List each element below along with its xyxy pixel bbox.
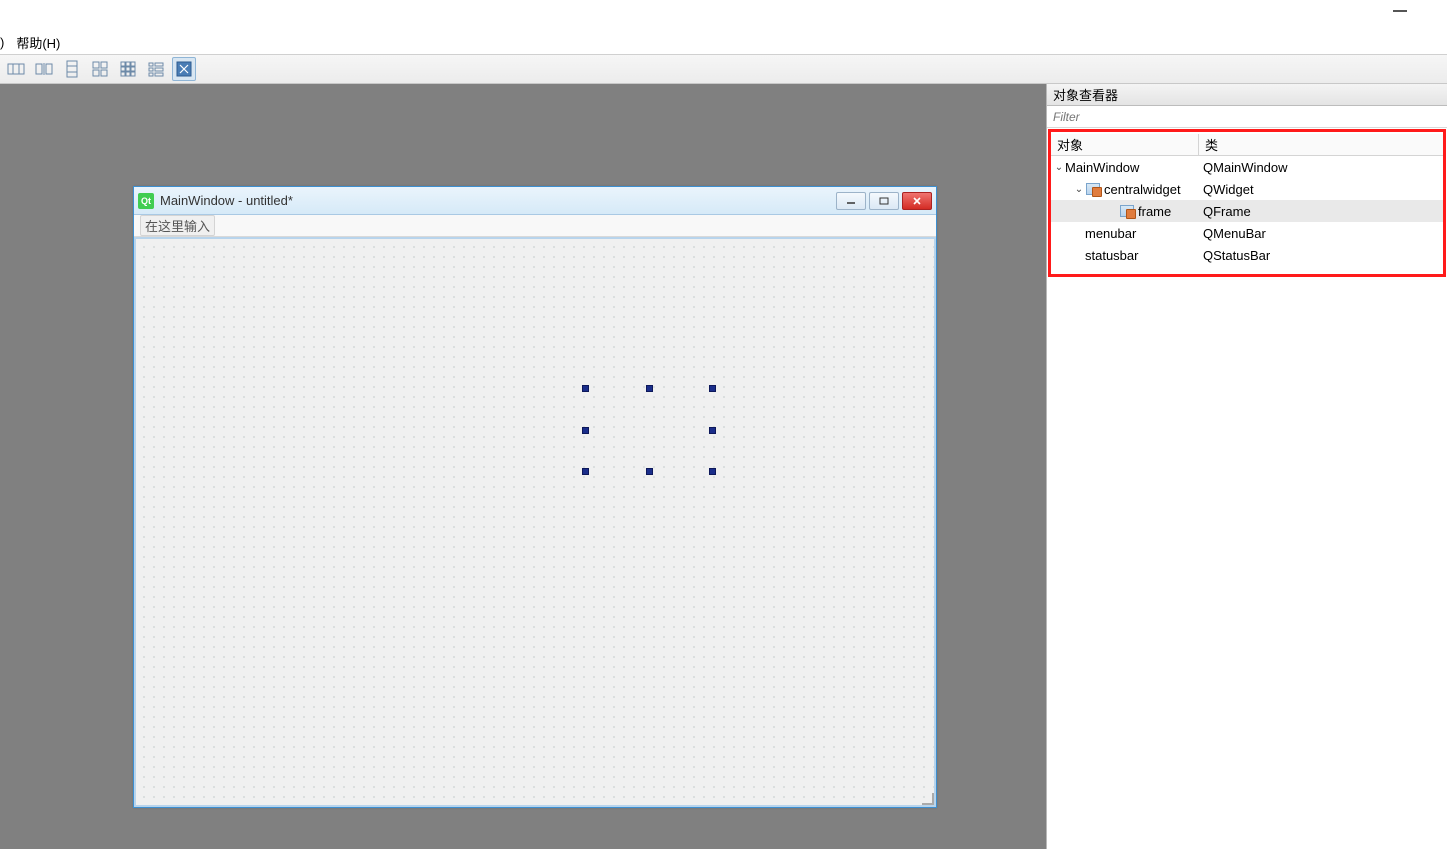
object-filter-input[interactable]: [1047, 106, 1447, 127]
menu-help[interactable]: 帮助(H): [16, 33, 60, 52]
layout-form-icon[interactable]: [144, 57, 168, 81]
close-button[interactable]: [902, 192, 932, 210]
window-resize-grip[interactable]: [920, 791, 934, 805]
form-canvas[interactable]: [134, 237, 936, 807]
object-class: QMainWindow: [1199, 160, 1443, 175]
preview-menubar[interactable]: 在这里输入: [134, 215, 936, 237]
layout-grid-icon[interactable]: [88, 57, 112, 81]
layout-vertical-icon[interactable]: [60, 57, 84, 81]
object-name: frame: [1138, 204, 1171, 219]
tree-row-centralwidget[interactable]: ⌄ centralwidget QWidget: [1051, 178, 1443, 200]
preview-title: MainWindow - untitled*: [160, 193, 830, 208]
window-buttons: [836, 192, 932, 210]
col-class[interactable]: 类: [1199, 134, 1443, 155]
break-layout-icon[interactable]: [172, 57, 196, 81]
resize-handle-mr[interactable]: [709, 427, 716, 434]
object-filter: [1047, 106, 1447, 128]
widget-icon: [1085, 182, 1101, 196]
col-object[interactable]: 对象: [1051, 134, 1199, 155]
minimize-button[interactable]: [836, 192, 866, 210]
object-name: menubar: [1085, 226, 1136, 241]
expander-icon[interactable]: ⌄: [1053, 162, 1065, 173]
toolbar: [0, 54, 1447, 84]
object-name: centralwidget: [1104, 182, 1181, 197]
expander-icon[interactable]: ⌄: [1073, 184, 1085, 195]
object-tree: ⌄MainWindowQMainWindow⌄centralwidgetQWid…: [1051, 156, 1443, 266]
menu-hint[interactable]: 在这里输入: [140, 215, 215, 236]
tree-row-frame[interactable]: frame QFrame: [1051, 200, 1443, 222]
tree-header: 对象 类: [1051, 134, 1443, 156]
layout-h-split-icon[interactable]: [32, 57, 56, 81]
preview-titlebar[interactable]: Qt MainWindow - untitled*: [134, 187, 936, 215]
object-class: QStatusBar: [1199, 248, 1443, 263]
resize-handle-tr[interactable]: [709, 385, 716, 392]
resize-handle-tl[interactable]: [582, 385, 589, 392]
resize-handle-br[interactable]: [709, 468, 716, 475]
resize-handle-bc[interactable]: [646, 468, 653, 475]
resize-handle-ml[interactable]: [582, 427, 589, 434]
object-class: QMenuBar: [1199, 226, 1443, 241]
resize-handle-bl[interactable]: [582, 468, 589, 475]
selected-frame-widget[interactable]: [584, 387, 714, 473]
tree-row-MainWindow[interactable]: ⌄MainWindow QMainWindow: [1051, 156, 1443, 178]
canvas-border: [134, 237, 936, 807]
tree-row-statusbar[interactable]: statusbar QStatusBar: [1051, 244, 1443, 266]
layout-horizontal-icon[interactable]: [4, 57, 28, 81]
object-class: QFrame: [1199, 204, 1443, 219]
layout-grid-small-icon[interactable]: [116, 57, 140, 81]
menu-fragment-left: ): [0, 35, 4, 50]
menubar: ) 帮助(H): [0, 30, 60, 54]
object-class: QWidget: [1199, 182, 1443, 197]
preview-window[interactable]: Qt MainWindow - untitled* 在这里输入: [133, 186, 937, 808]
maximize-button[interactable]: [869, 192, 899, 210]
object-name: MainWindow: [1065, 160, 1139, 175]
design-canvas-area: Qt MainWindow - untitled* 在这里输入: [0, 84, 1046, 849]
qt-logo-icon: Qt: [138, 193, 154, 209]
tree-row-menubar[interactable]: menubar QMenuBar: [1051, 222, 1443, 244]
object-inspector-panel: 对象查看器 对象 类 ⌄MainWindowQMainWindow⌄centra…: [1046, 84, 1447, 849]
object-inspector-title: 对象查看器: [1047, 84, 1447, 106]
widget-icon: [1119, 204, 1135, 218]
highlighted-inspector: 对象 类 ⌄MainWindowQMainWindow⌄centralwidge…: [1048, 129, 1446, 277]
app-minimize-icon[interactable]: [1393, 10, 1407, 12]
resize-handle-tc[interactable]: [646, 385, 653, 392]
object-name: statusbar: [1085, 248, 1138, 263]
